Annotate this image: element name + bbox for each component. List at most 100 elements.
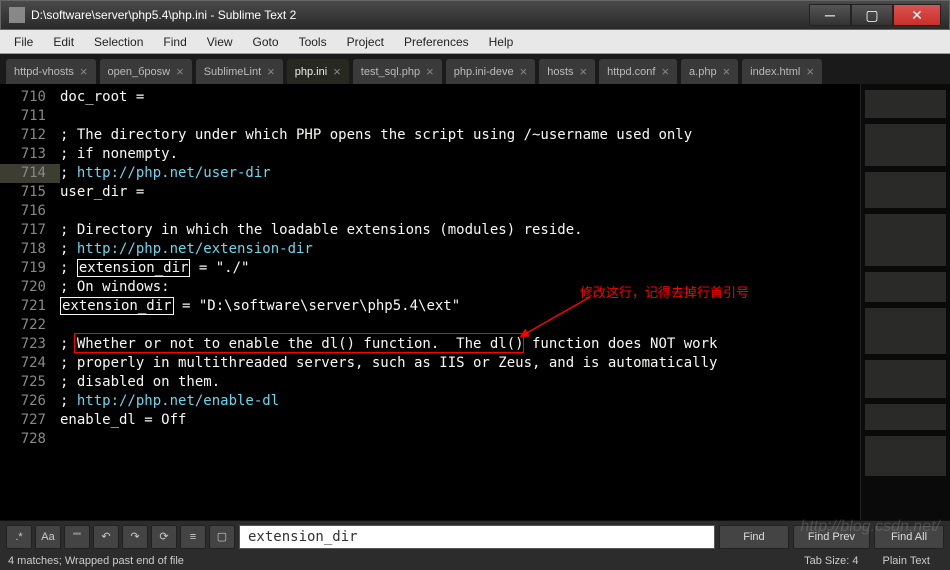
close-button[interactable]: ✕	[893, 4, 941, 26]
statusbar: 4 matches; Wrapped past end of file Tab …	[0, 552, 950, 570]
tab-label: test_sql.php	[361, 66, 420, 78]
status-syntax[interactable]: Plain Text	[871, 555, 943, 567]
tab-1[interactable]: open_броsw ×	[100, 59, 192, 84]
menu-tools[interactable]: Tools	[289, 32, 337, 52]
window-controls: ─ ▢ ✕	[809, 4, 941, 26]
code-line[interactable]: 727enable_dl = Off	[0, 411, 860, 430]
code-content: doc_root =	[60, 88, 860, 107]
find-prev-button[interactable]: Find Prev	[793, 525, 870, 549]
menu-find[interactable]: Find	[153, 32, 196, 52]
line-number: 714	[0, 164, 60, 183]
code-line[interactable]: 710doc_root =	[0, 88, 860, 107]
tab-3[interactable]: php.ini ×	[287, 59, 349, 84]
menu-preferences[interactable]: Preferences	[394, 32, 479, 52]
maximize-button[interactable]: ▢	[851, 4, 893, 26]
tab-4[interactable]: test_sql.php ×	[353, 59, 442, 84]
close-icon[interactable]: ×	[520, 64, 528, 79]
tab-7[interactable]: httpd.conf×	[599, 59, 677, 84]
line-number: 727	[0, 411, 60, 430]
code-line[interactable]: 725; disabled on them.	[0, 373, 860, 392]
find-button[interactable]: Find	[719, 525, 789, 549]
tab-2[interactable]: SublimeLint×	[196, 59, 283, 84]
tab-6[interactable]: hosts ×	[539, 59, 595, 84]
window-title: D:\software\server\php5.4\php.ini - Subl…	[31, 8, 809, 22]
line-number: 715	[0, 183, 60, 202]
code-content: user_dir =	[60, 183, 860, 202]
find-opt-3[interactable]: ↶	[93, 525, 119, 549]
code-line[interactable]: 715user_dir =	[0, 183, 860, 202]
code-line[interactable]: 724; properly in multithreaded servers, …	[0, 354, 860, 373]
line-number: 728	[0, 430, 60, 449]
find-opt-2[interactable]: ""	[64, 525, 90, 549]
menu-selection[interactable]: Selection	[84, 32, 153, 52]
menu-help[interactable]: Help	[479, 32, 524, 52]
code-line[interactable]: 722	[0, 316, 860, 335]
tab-label: a.php	[689, 66, 717, 78]
find-opt-6[interactable]: ≡	[180, 525, 206, 549]
find-opt-1[interactable]: Aa	[35, 525, 61, 549]
line-number: 712	[0, 126, 60, 145]
status-tab-size[interactable]: Tab Size: 4	[792, 555, 870, 567]
close-icon[interactable]: ×	[806, 64, 814, 79]
editor[interactable]: 710doc_root =711712; The directory under…	[0, 84, 860, 520]
code-line[interactable]: 719; extension_dir = "./"	[0, 259, 860, 278]
close-icon[interactable]: ×	[267, 64, 275, 79]
tab-8[interactable]: a.php ×	[681, 59, 738, 84]
tab-label: php.ini-deve	[454, 66, 514, 78]
line-number: 717	[0, 221, 60, 240]
menu-view[interactable]: View	[197, 32, 243, 52]
code-line[interactable]: 716	[0, 202, 860, 221]
line-number: 719	[0, 259, 60, 278]
close-icon[interactable]: ×	[661, 64, 669, 79]
minimize-button[interactable]: ─	[809, 4, 851, 26]
minimap[interactable]	[860, 84, 950, 520]
tab-label: open_броsw	[108, 66, 171, 78]
code-line[interactable]: 718; http://php.net/extension-dir	[0, 240, 860, 259]
line-number: 710	[0, 88, 60, 107]
code-line[interactable]: 728	[0, 430, 860, 449]
menu-edit[interactable]: Edit	[43, 32, 84, 52]
editor-wrap: 710doc_root =711712; The directory under…	[0, 84, 950, 520]
line-number: 713	[0, 145, 60, 164]
find-input[interactable]	[239, 525, 715, 549]
line-number: 722	[0, 316, 60, 335]
titlebar: D:\software\server\php5.4\php.ini - Subl…	[0, 0, 950, 30]
find-all-button[interactable]: Find All	[874, 525, 944, 549]
code-line[interactable]: 726; http://php.net/enable-dl	[0, 392, 860, 411]
code-content: enable_dl = Off	[60, 411, 860, 430]
code-line[interactable]: 720; On windows:	[0, 278, 860, 297]
code-line[interactable]: 714; http://php.net/user-dir	[0, 164, 860, 183]
code-line[interactable]: 723; Whether or not to enable the dl() f…	[0, 335, 860, 354]
code-line[interactable]: 711	[0, 107, 860, 126]
find-options: .*Aa""↶↷⟳≡▢	[6, 525, 235, 549]
code-content: ; http://php.net/extension-dir	[60, 240, 860, 259]
find-opt-4[interactable]: ↷	[122, 525, 148, 549]
find-opt-7[interactable]: ▢	[209, 525, 235, 549]
tab-label: index.html	[750, 66, 800, 78]
close-icon[interactable]: ×	[176, 64, 184, 79]
tab-9[interactable]: index.html ×	[742, 59, 822, 84]
tab-0[interactable]: httpd-vhosts ×	[6, 59, 96, 84]
code-line[interactable]: 721extension_dir = "D:\software\server\p…	[0, 297, 860, 316]
code-line[interactable]: 712; The directory under which PHP opens…	[0, 126, 860, 145]
close-icon[interactable]: ×	[723, 64, 731, 79]
find-opt-0[interactable]: .*	[6, 525, 32, 549]
menu-goto[interactable]: Goto	[243, 32, 289, 52]
find-opt-5[interactable]: ⟳	[151, 525, 177, 549]
tab-label: httpd-vhosts	[14, 66, 74, 78]
close-icon[interactable]: ×	[426, 64, 434, 79]
tab-label: php.ini	[295, 66, 327, 78]
tab-5[interactable]: php.ini-deve ×	[446, 59, 536, 84]
code-content: ; extension_dir = "./"	[60, 259, 860, 278]
tab-label: hosts	[547, 66, 573, 78]
line-number: 711	[0, 107, 60, 126]
close-icon[interactable]: ×	[333, 64, 341, 79]
close-icon[interactable]: ×	[580, 64, 588, 79]
menu-file[interactable]: File	[4, 32, 43, 52]
close-icon[interactable]: ×	[80, 64, 88, 79]
code-line[interactable]: 713; if nonempty.	[0, 145, 860, 164]
code-line[interactable]: 717; Directory in which the loadable ext…	[0, 221, 860, 240]
code-content: ; http://php.net/user-dir	[60, 164, 860, 183]
find-panel: .*Aa""↶↷⟳≡▢ Find Find Prev Find All	[0, 520, 950, 552]
menu-project[interactable]: Project	[337, 32, 394, 52]
